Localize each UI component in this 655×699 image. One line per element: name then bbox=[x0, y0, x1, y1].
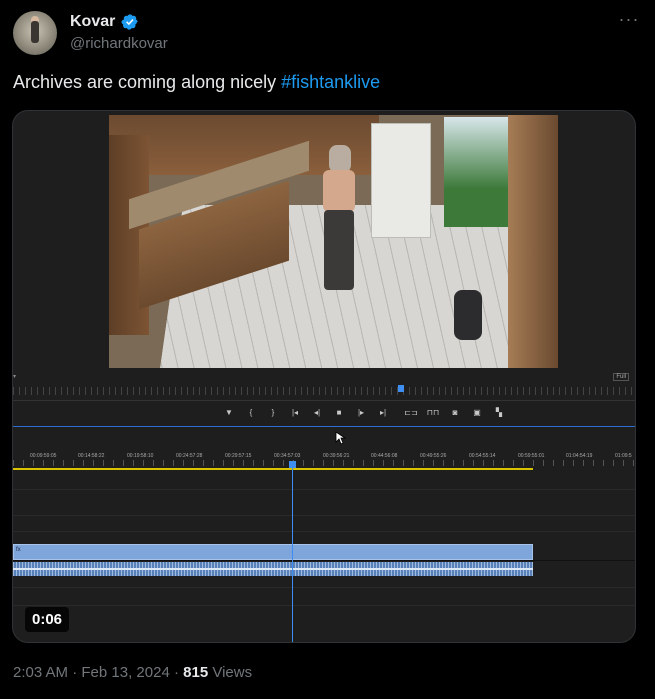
timecode-label: 00:24:57:28 bbox=[176, 453, 203, 459]
timecode-label: 00:19:58:10 bbox=[127, 453, 154, 459]
go-to-in-icon: |◂ bbox=[291, 408, 299, 417]
hashtag-link[interactable]: #fishtanklive bbox=[281, 72, 380, 92]
timecode-label: 00:44:56:08 bbox=[371, 453, 398, 459]
views-count: 815 bbox=[183, 664, 209, 681]
timeline-ticks bbox=[13, 460, 635, 466]
avatar[interactable] bbox=[13, 11, 57, 55]
timecode-label: 00:34:57:03 bbox=[274, 453, 301, 459]
divider-accent bbox=[13, 426, 635, 427]
track-separator bbox=[13, 560, 635, 561]
timecode-label: 00:14:58:22 bbox=[78, 453, 105, 459]
tweet-time[interactable]: 2:03 AM bbox=[13, 664, 68, 681]
tweet-meta: 2:03 AM · Feb 13, 2024 · 815 Views bbox=[13, 664, 252, 681]
track-separator bbox=[13, 605, 635, 606]
audio-waveform-center bbox=[13, 568, 533, 570]
stop-icon: ■ bbox=[336, 408, 342, 417]
zoom-dropdown: Full bbox=[613, 373, 629, 381]
timecode-label: 01:09:5 bbox=[615, 453, 632, 459]
mini-playhead bbox=[398, 385, 404, 392]
track-separator bbox=[13, 489, 635, 490]
divider bbox=[13, 400, 635, 401]
timecode-label: 00:29:57:15 bbox=[225, 453, 252, 459]
timecode-label: 00:59:55:01 bbox=[518, 453, 545, 459]
track-separator bbox=[13, 515, 635, 516]
mark-in-icon: { bbox=[249, 408, 253, 417]
step-back-icon: ◂| bbox=[313, 408, 321, 417]
mark-out-icon: } bbox=[271, 408, 275, 417]
meta-separator: · bbox=[72, 664, 78, 681]
timecode-label: 00:39:56:21 bbox=[323, 453, 350, 459]
timecode-label: 00:49:55:26 bbox=[420, 453, 447, 459]
timecode-label: 00:54:55:14 bbox=[469, 453, 496, 459]
user-handle[interactable]: @richardkovar bbox=[70, 35, 168, 52]
comparison-icon: ▚ bbox=[495, 408, 503, 417]
tweet-date[interactable]: Feb 13, 2024 bbox=[81, 664, 169, 681]
overwrite-icon: ⊓⊓ bbox=[426, 408, 440, 417]
views-label: Views bbox=[212, 664, 253, 681]
mini-ruler bbox=[13, 387, 635, 395]
display-name[interactable]: Kovar bbox=[70, 13, 115, 31]
video-frame bbox=[109, 115, 558, 368]
playhead-line bbox=[292, 463, 293, 642]
camera-icon: ◙ bbox=[452, 408, 458, 417]
step-forward-icon: |▸ bbox=[357, 408, 365, 417]
work-area-bar bbox=[13, 468, 533, 470]
timecode-label: 01:04:54:19 bbox=[566, 453, 593, 459]
video-clip: fx bbox=[13, 544, 533, 560]
video-duration-badge: 0:06 bbox=[25, 607, 70, 632]
marker-icon: ▼ bbox=[225, 408, 233, 417]
go-to-out-icon: ▸| bbox=[379, 408, 387, 417]
more-options-icon[interactable]: ··· bbox=[617, 10, 641, 32]
verified-badge-icon bbox=[121, 14, 138, 30]
transport-controls: ▼ { } |◂ ◂| ■ |▸ ▸| ⊏⊐ ⊓⊓ ◙ ▣ ▚ bbox=[218, 406, 510, 420]
video-player[interactable]: ▾ Full ▼ { } |◂ ◂| ■ |▸ ▸| ⊏⊐ ⊓⊓ ◙ ▣ ▚ 0… bbox=[12, 110, 636, 643]
multicam-icon: ▣ bbox=[473, 408, 481, 417]
track-separator bbox=[13, 587, 635, 588]
mouse-cursor-icon bbox=[335, 431, 347, 445]
tweet-header: Kovar @richardkovar ··· bbox=[13, 10, 643, 58]
timecode-label: 00:09:59:05 bbox=[30, 453, 57, 459]
insert-icon: ⊏⊐ bbox=[404, 408, 418, 417]
clip-label: fx bbox=[16, 547, 21, 553]
tweet-body: Archives are coming along nicely bbox=[13, 72, 282, 92]
tweet-text: Archives are coming along nicely #fishta… bbox=[13, 72, 380, 93]
track-separator bbox=[13, 531, 635, 532]
source-scrubber: ▾ Full bbox=[13, 373, 635, 383]
meta-separator: · bbox=[173, 664, 179, 681]
